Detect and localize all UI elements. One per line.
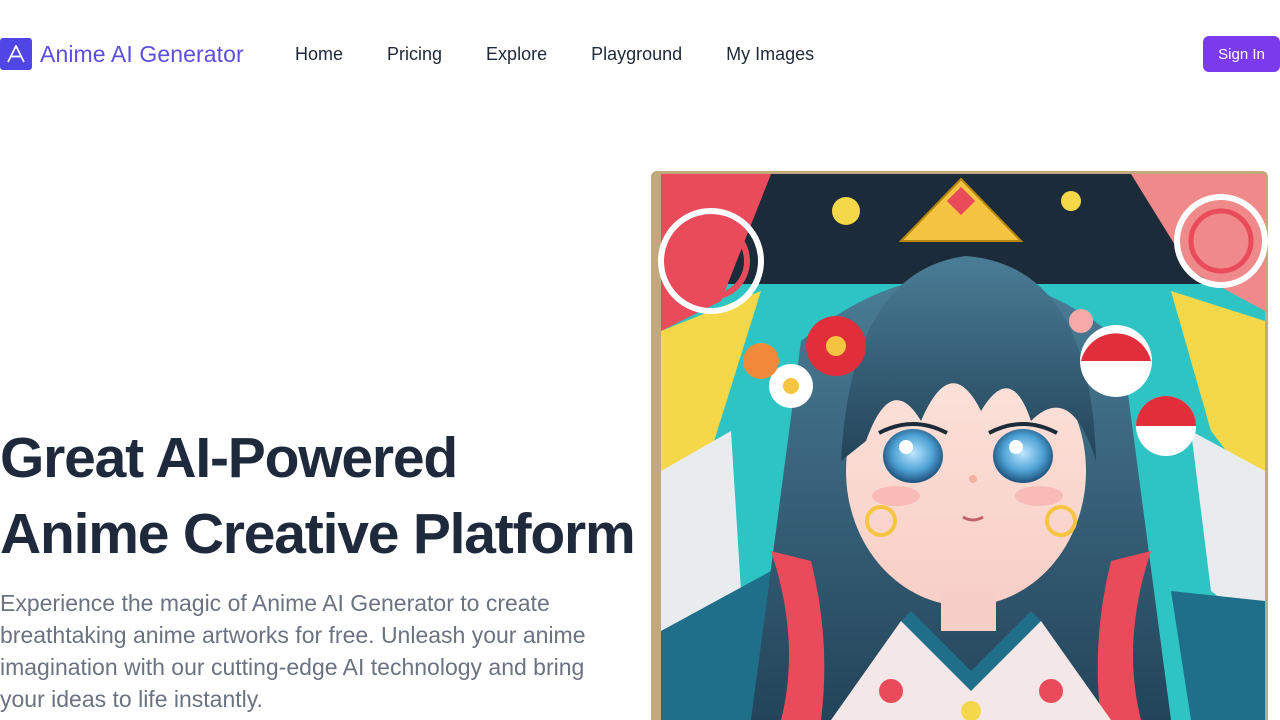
- sign-in-button[interactable]: Sign In: [1203, 36, 1280, 72]
- brand-link[interactable]: Anime AI Generator: [0, 38, 244, 70]
- hero-description: Experience the magic of Anime AI Generat…: [0, 590, 586, 712]
- brand-name: Anime AI Generator: [40, 40, 244, 67]
- hero-title-line-1: Great AI-Powered: [0, 426, 458, 490]
- hero-anime-image: [651, 171, 1268, 720]
- nav-explore[interactable]: Explore: [486, 42, 547, 66]
- hero-title-line-2: Anime Creative Platform: [0, 502, 636, 566]
- hero-title: Great AI-Powered Anime Creative Platform: [0, 420, 650, 572]
- nav-pricing[interactable]: Pricing: [387, 42, 442, 66]
- main-nav: Home Pricing Explore Playground My Image…: [295, 42, 814, 66]
- nav-my-images[interactable]: My Images: [726, 42, 814, 66]
- nav-playground[interactable]: Playground: [591, 42, 682, 66]
- site-header: Anime AI Generator Home Pricing Explore …: [0, 0, 1280, 108]
- letter-a-logo-icon: [0, 38, 32, 70]
- nav-home[interactable]: Home: [295, 42, 343, 66]
